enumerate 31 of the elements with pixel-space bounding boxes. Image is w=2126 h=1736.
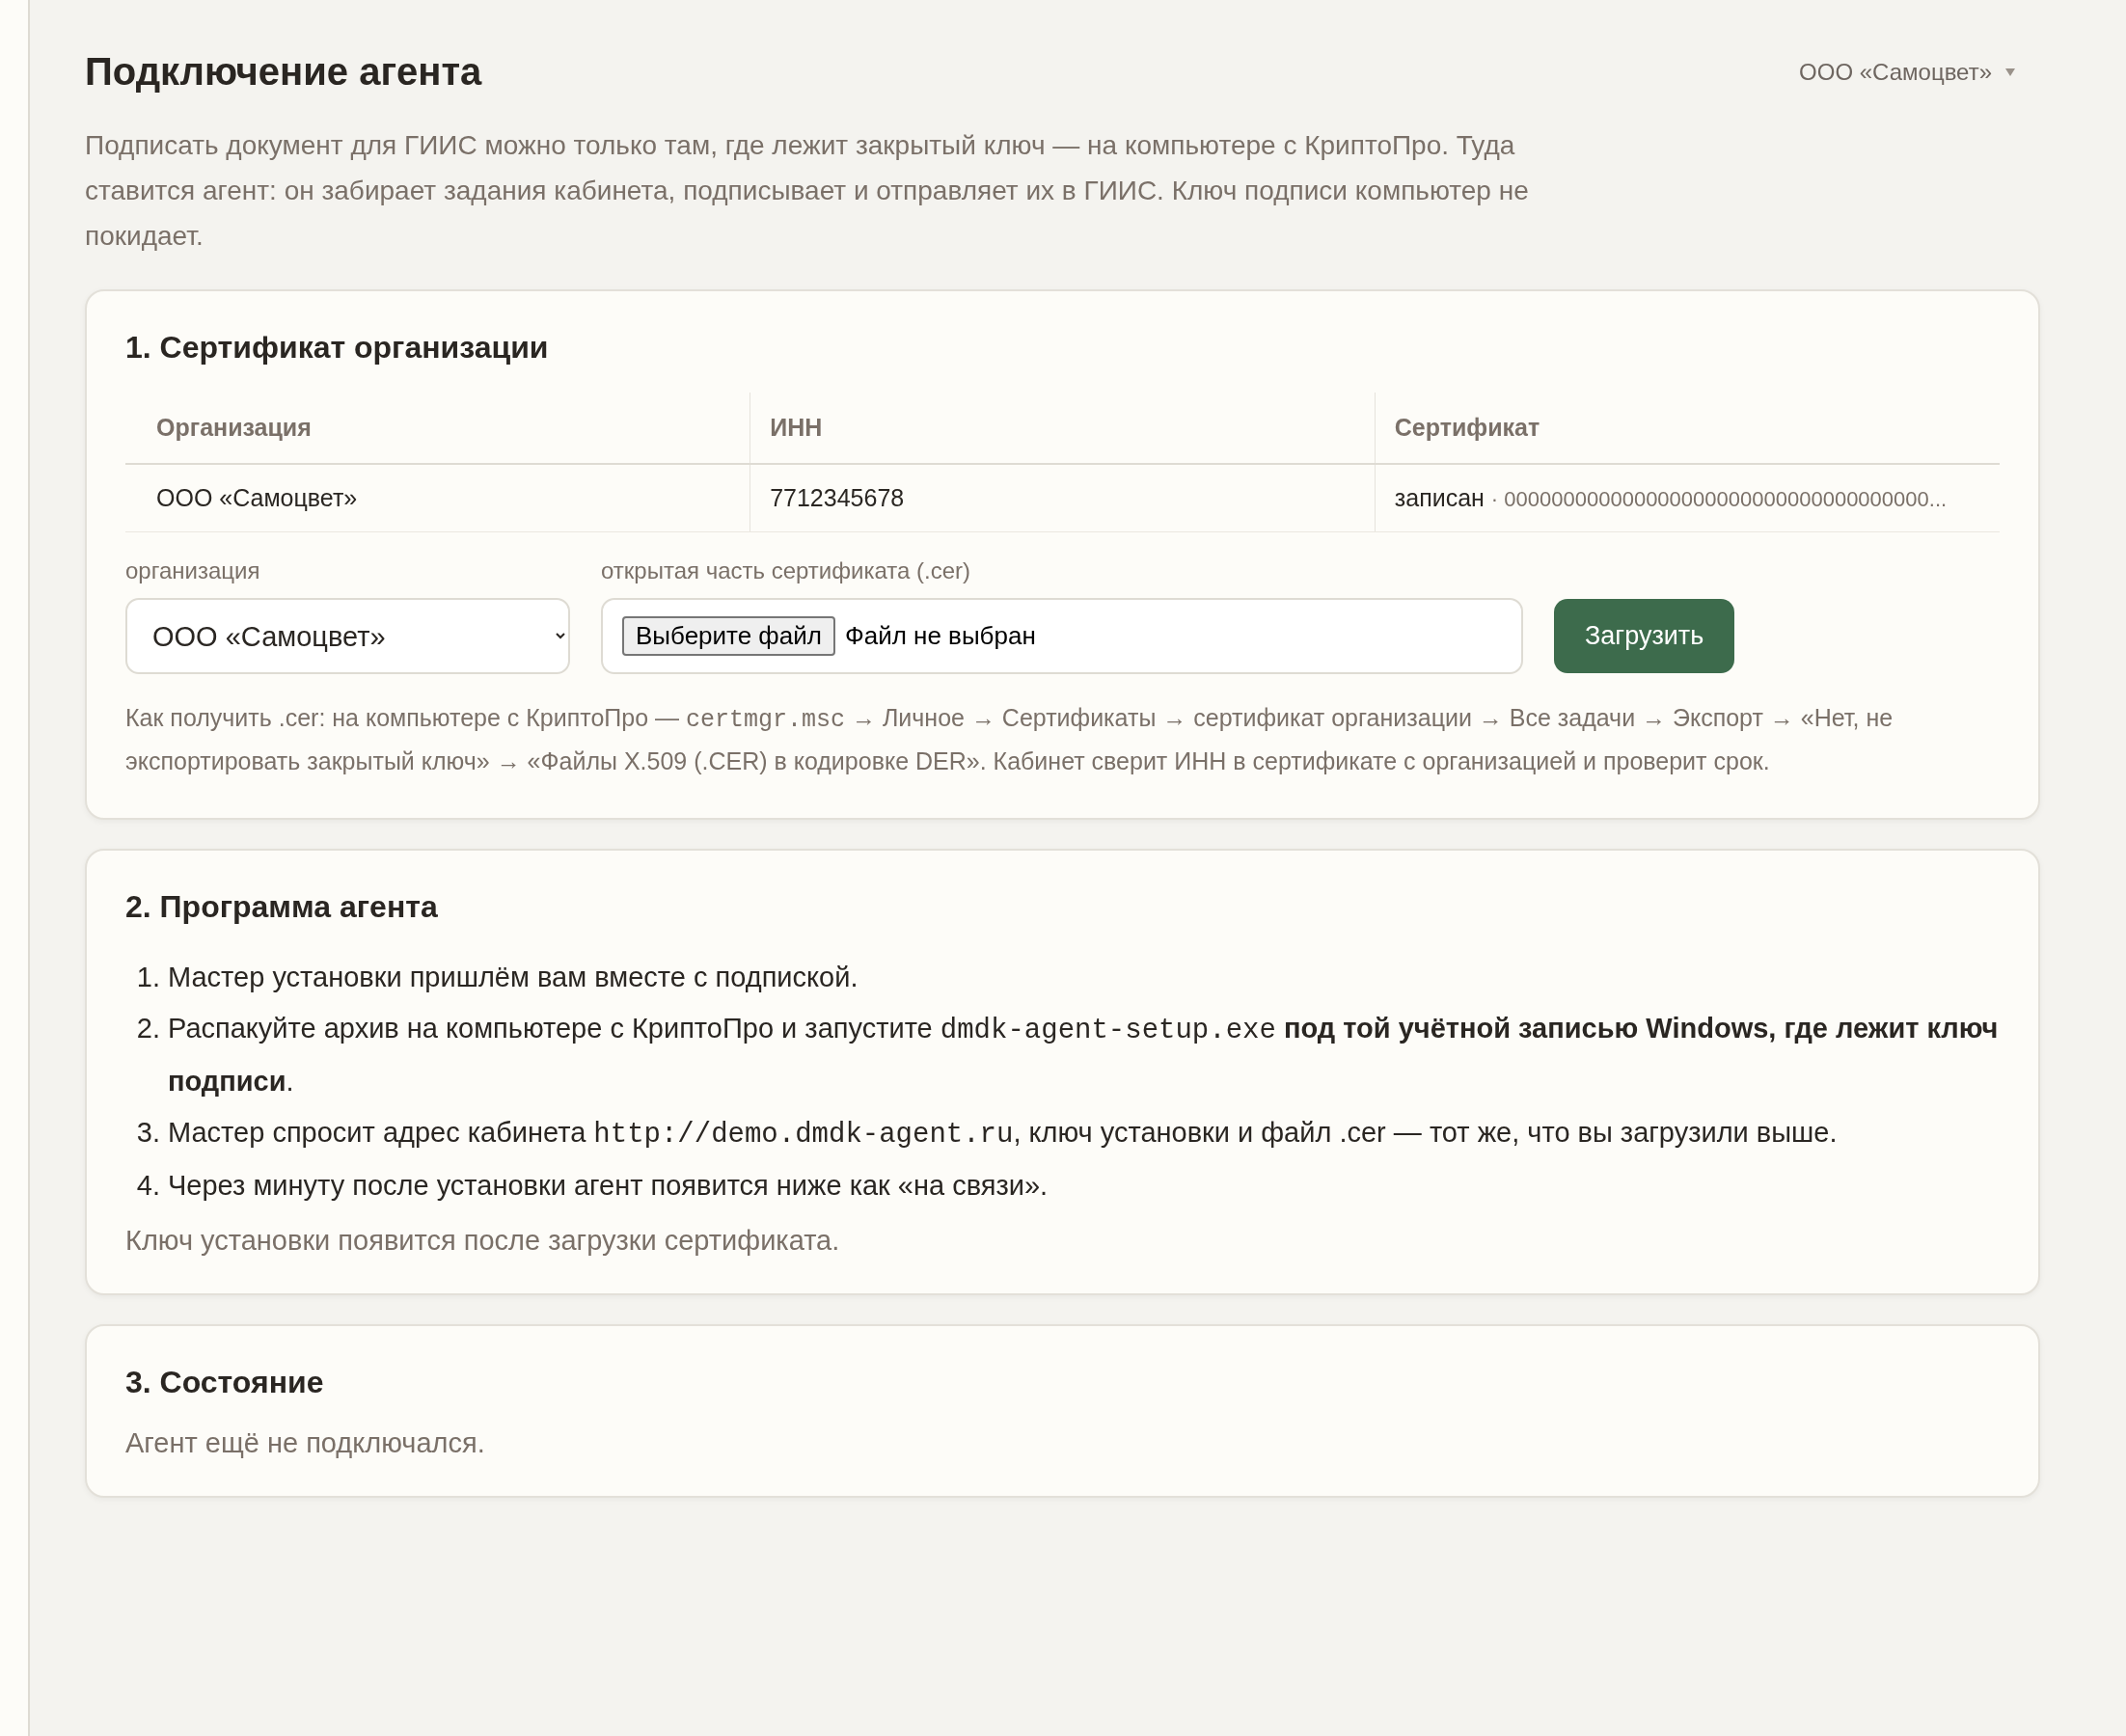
column-header: Организация [125,393,750,464]
table-cell: 7712345678 [750,464,1376,532]
step-number: 3. [135,1116,160,1150]
step-text: Распакуйте архив на компьютере с КриптоПро и запустите dmdk-agent-setup.exe под той учётной записью Windows, где лежит ключ подписи. [168,1012,2000,1099]
organization-switcher[interactable]: ООО «Самоцвет» [1793,57,2021,87]
card-title: 2. Программа агента [125,889,439,925]
step-number: 1. [135,961,160,994]
page-title: Подключение агента [85,50,482,94]
upload-button[interactable]: Загрузить [1554,599,1735,673]
card-title: 1. Сертификат организации [125,330,550,366]
help-text: Как получить .cer: на компьютере с КриптоПро — certmgr.msc → Личное → Сертификаты → сертификат организации → Все задачи → Экспорт → «Нет, не экспортировать закрытый ключ» → «Файлы X.509 (.CER) в кодировке DER». Кабинет сверит ИНН в сертификате с организацией и проверит срок. [125,703,1894,776]
step-number: 4. [135,1169,160,1203]
column-header: ИНН [750,393,1376,464]
file-field[interactable]: Выберите файл Файл не выбран [601,598,1523,674]
status-text: Агент ещё не подключался. [125,1427,486,1459]
field-label: организация [125,557,261,584]
table-cell: ООО «Самоцвет» [125,464,750,532]
file-status: Файл не выбран [844,621,1036,651]
column-header: Сертификат [1375,393,2000,464]
step-text: Мастер установки пришлём вам вместе с подпиской. [168,961,859,994]
organization-select[interactable]: ООО «Самоцвет» [125,598,570,674]
step-number: 2. [135,1012,160,1045]
note-text: Ключ установки появится после загрузки сертификата. [125,1225,841,1257]
step-text: Мастер спросит адрес кабинета http://demo.dmdk-agent.ru, ключ установки и файл .cer — тот же, что вы загрузили выше. [168,1116,1838,1153]
caret-icon [2005,68,2015,76]
step-text: Через минуту после установки агент появится ниже как «на связи». [168,1169,1049,1203]
field-label: открытая часть сертификата (.cer) [601,557,971,584]
choose-file-button[interactable]: Выберите файл [622,616,835,656]
card-title: 3. Состояние [125,1365,325,1400]
intro-text: Подписать документ для ГИИС можно только там, где лежит закрытый ключ — на компьютере с КриптоПро. Туда ставится агент: он забирает задания кабинета, подписывает и отправляет их в ГИИС. Ключ подписи компьютер не покидает. [85,129,1530,253]
table-cell: записан · 000000000000000000000000000000000000... [1375,464,2000,532]
